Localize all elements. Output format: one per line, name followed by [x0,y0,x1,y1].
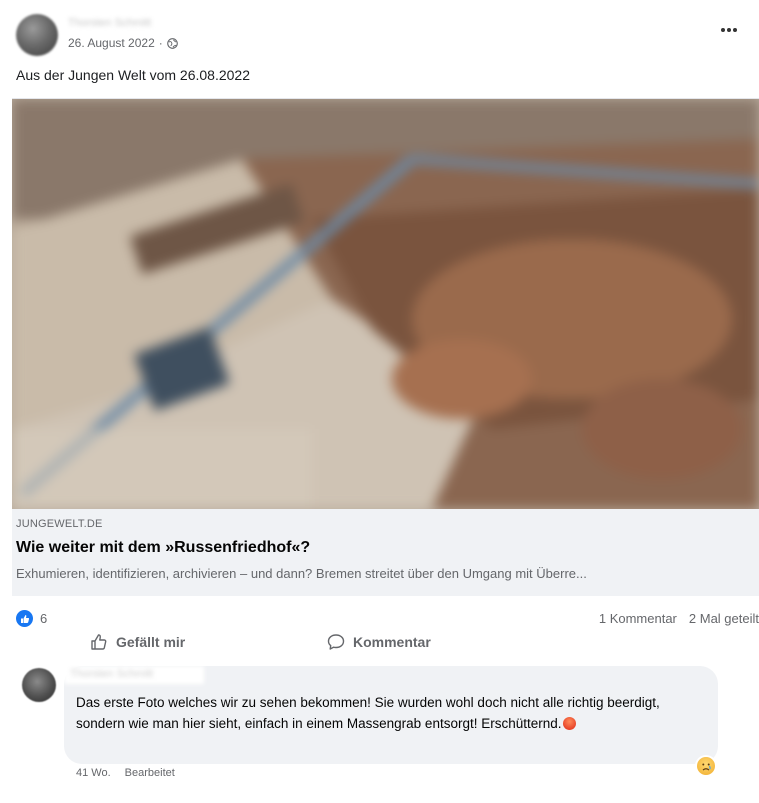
post-meta: 26. August 2022 · [68,36,178,50]
commenter-avatar[interactable] [22,668,56,702]
share-count[interactable]: 2 Mal geteilt [689,611,759,626]
author-avatar[interactable] [16,14,58,56]
comment-button-label: Kommentar [353,634,431,650]
post-header: Thorsten Schmitt 26. August 2022 · [16,12,743,60]
angry-emoji-icon [562,716,576,730]
like-button[interactable]: Gefällt mir [90,628,185,656]
meta-separator: · [158,36,163,50]
sad-reaction-icon[interactable] [697,757,715,775]
comment-count[interactable]: 1 Kommentar [599,611,677,626]
more-dot-icon [733,28,737,32]
link-domain: JUNGEWELT.DE [16,518,103,530]
globe-icon [166,37,178,49]
link-preview-card[interactable]: JUNGEWELT.DE Wie weiter mit dem »Russenf… [12,98,759,596]
blurred-photo [12,99,759,509]
more-options-button[interactable] [715,20,743,40]
like-button-label: Gefällt mir [116,634,186,650]
link-description: Exhumieren, identifizieren, archivieren … [16,566,587,581]
thumbs-up-icon [20,614,29,623]
action-row: Gefällt mir Kommentar [0,628,759,660]
sad-face-icon [702,763,711,771]
comment-meta: 41 Wo. Bearbeitet [76,767,175,779]
reaction-count[interactable]: 6 [40,611,47,626]
post-text: Aus der Jungen Welt vom 26.08.2022 [16,67,251,83]
comment-time[interactable]: 41 Wo. [76,767,111,779]
comment-icon [327,634,345,650]
link-preview-image[interactable] [12,99,759,509]
author-name[interactable]: Thorsten Schmitt [68,16,151,30]
like-icon[interactable] [16,610,33,627]
comment-text: Das erste Foto welches wir zu sehen beko… [76,693,706,734]
post-date[interactable]: 26. August 2022 [68,36,155,50]
comment-edited: Bearbeitet [124,767,175,779]
more-dot-icon [721,28,725,32]
commenter-name-text: Thorsten Schmitt [70,668,154,680]
link-title[interactable]: Wie weiter mit dem »Russenfriedhof«? [16,539,310,557]
thumbs-up-outline-icon [91,634,107,650]
commenter-name[interactable]: Thorsten Schmitt [64,666,204,684]
engagement-stats: 1 Kommentar 2 Mal geteilt [599,611,759,626]
more-dot-icon [727,28,731,32]
comment-button[interactable]: Kommentar [327,628,431,656]
